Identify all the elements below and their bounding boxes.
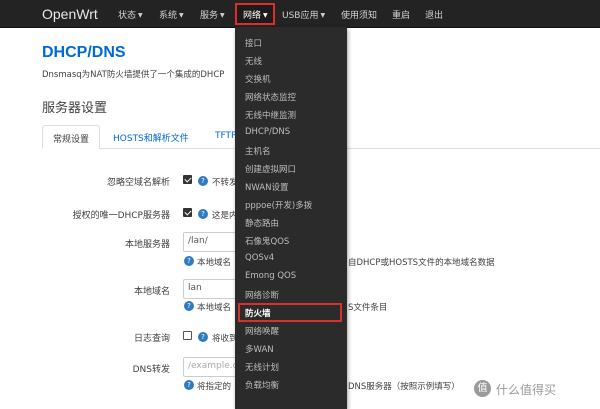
menu-item-network-monitor[interactable]: 网络状态监控 bbox=[245, 91, 296, 103]
dns-forward-input[interactable]: /example.or bbox=[183, 357, 243, 377]
nav-services[interactable]: 服务 ▼ bbox=[200, 8, 225, 21]
menu-item-pppoe-multi[interactable]: pppoe(开发)多拨 bbox=[245, 199, 312, 211]
local-domain-help-left: 本地域名 bbox=[197, 303, 232, 313]
menu-item-emong-qos[interactable]: Emong QOS bbox=[245, 271, 296, 281]
nav-reboot[interactable]: 重启 bbox=[392, 8, 410, 21]
menu-item-nwan[interactable]: NWAN设置 bbox=[245, 181, 288, 193]
caret-down-icon: ▼ bbox=[220, 12, 225, 19]
authoritative-checkbox[interactable] bbox=[183, 208, 192, 217]
help-circle-icon: ? bbox=[198, 209, 208, 219]
local-server-input[interactable]: /lan/ bbox=[183, 232, 243, 252]
help-circle-icon: ? bbox=[198, 332, 208, 342]
nav-system-label: 系统 bbox=[159, 11, 178, 21]
help-circle-icon: ? bbox=[184, 256, 194, 266]
watermark-text: 什么值得买 bbox=[496, 383, 557, 397]
menu-item-hostnames[interactable]: 主机名 bbox=[245, 145, 271, 157]
menu-item-diagnostics[interactable]: 网络诊断 bbox=[245, 289, 279, 301]
ignore-empty-domain-help: 不转发 bbox=[212, 178, 238, 188]
nav-usage-notes[interactable]: 使用须知 bbox=[341, 8, 377, 21]
local-domain-help-right: S文件条目 bbox=[348, 303, 388, 313]
log-queries-checkbox[interactable] bbox=[183, 331, 192, 340]
page-title: DHCP/DNS bbox=[42, 44, 126, 61]
nav-usb-label: USB应用 bbox=[282, 11, 319, 21]
local-server-help-right: 自DHCP或HOSTS文件的本地域名数据 bbox=[348, 258, 495, 268]
menu-item-static-routes[interactable]: 静态路由 bbox=[245, 217, 279, 229]
caret-down-icon: ▼ bbox=[320, 12, 326, 19]
nav-network-text: 网络 bbox=[243, 11, 262, 21]
page-description: Dnsmasq为NAT防火墙提供了一个集成的DHCP bbox=[42, 70, 225, 80]
tab-hosts[interactable]: HOSTS和解析文件 bbox=[103, 125, 199, 149]
caret-down-icon: ▼ bbox=[138, 12, 143, 19]
authoritative-label: 授权的唯一DHCP服务器 bbox=[72, 211, 170, 221]
help-circle-icon: ? bbox=[184, 301, 194, 311]
menu-item-gargoyle-qos[interactable]: 石像鬼QOS bbox=[245, 235, 289, 247]
dns-forward-label: DNS转发 bbox=[132, 365, 170, 375]
local-domain-label: 本地域名 bbox=[133, 287, 170, 297]
ignore-empty-domain-checkbox[interactable] bbox=[183, 175, 192, 184]
local-domain-input[interactable]: lan bbox=[183, 279, 243, 299]
nav-logout[interactable]: 退出 bbox=[425, 8, 443, 21]
menu-item-interfaces[interactable]: 接口 bbox=[245, 37, 262, 49]
top-navbar: OpenWrt 状态 ▼ 系统 ▼ 服务 ▼ 网络 ▼ USB应用 ▼ 使用须知 重启 退… bbox=[0, 0, 600, 28]
help-circle-icon: ? bbox=[184, 380, 194, 390]
menu-item-virtual-interface[interactable]: 创建虚拟网口 bbox=[245, 163, 296, 175]
menu-item-wireless-schedule[interactable]: 无线计划 bbox=[245, 361, 279, 373]
ignore-empty-domain-label: 忽略空域名解析 bbox=[106, 178, 170, 188]
menu-item-load-balancing[interactable]: 负载均衡 bbox=[245, 379, 279, 391]
dns-forward-help-right: DNS服务器（按照示例填写） bbox=[348, 382, 460, 392]
menu-item-wireless-relay[interactable]: 无线中继监测 bbox=[245, 109, 296, 121]
menu-item-wake-on-lan[interactable]: 网络唤醒 bbox=[245, 325, 279, 337]
help-circle-icon: ? bbox=[198, 176, 208, 186]
log-queries-label: 日志查询 bbox=[133, 334, 170, 344]
local-server-label: 本地服务器 bbox=[124, 240, 170, 250]
local-server-help-left: 本地域名 bbox=[197, 258, 232, 268]
authoritative-help: 这是内 bbox=[212, 211, 238, 221]
menu-item-wireless[interactable]: 无线 bbox=[245, 55, 262, 67]
nav-usb[interactable]: USB应用 ▼ bbox=[282, 8, 325, 21]
menu-item-dhcp-dns[interactable]: DHCP/DNS bbox=[245, 127, 290, 137]
nav-status[interactable]: 状态 ▼ bbox=[118, 8, 143, 21]
section-title: 服务器设置 bbox=[42, 100, 108, 115]
dns-forward-help-left: 将指定的 bbox=[197, 382, 232, 392]
nav-services-label: 服务 bbox=[200, 11, 219, 21]
log-queries-help: 将收到 bbox=[212, 334, 238, 344]
menu-item-qosv4[interactable]: QOSv4 bbox=[245, 253, 274, 263]
network-dropdown-menu: 接口 无线 交换机 网络状态监控 无线中继监测 DHCP/DNS 主机名 创建虚… bbox=[235, 27, 347, 409]
nav-status-label: 状态 bbox=[118, 11, 137, 21]
firewall-highlight-box bbox=[238, 303, 342, 322]
tab-general[interactable]: 常规设置 bbox=[42, 125, 101, 149]
nav-network[interactable]: 网络 ▼ bbox=[235, 3, 275, 25]
nav-network-label: 网络 ▼ bbox=[243, 8, 268, 21]
menu-item-switch[interactable]: 交换机 bbox=[245, 73, 271, 85]
menu-item-multi-wan[interactable]: 多WAN bbox=[245, 343, 274, 355]
caret-down-icon: ▼ bbox=[179, 12, 184, 19]
caret-down-icon: ▼ bbox=[263, 12, 268, 19]
brand-logo[interactable]: OpenWrt bbox=[42, 6, 98, 22]
nav-system[interactable]: 系统 ▼ bbox=[159, 8, 184, 21]
watermark-badge-icon: 值 bbox=[474, 380, 491, 397]
